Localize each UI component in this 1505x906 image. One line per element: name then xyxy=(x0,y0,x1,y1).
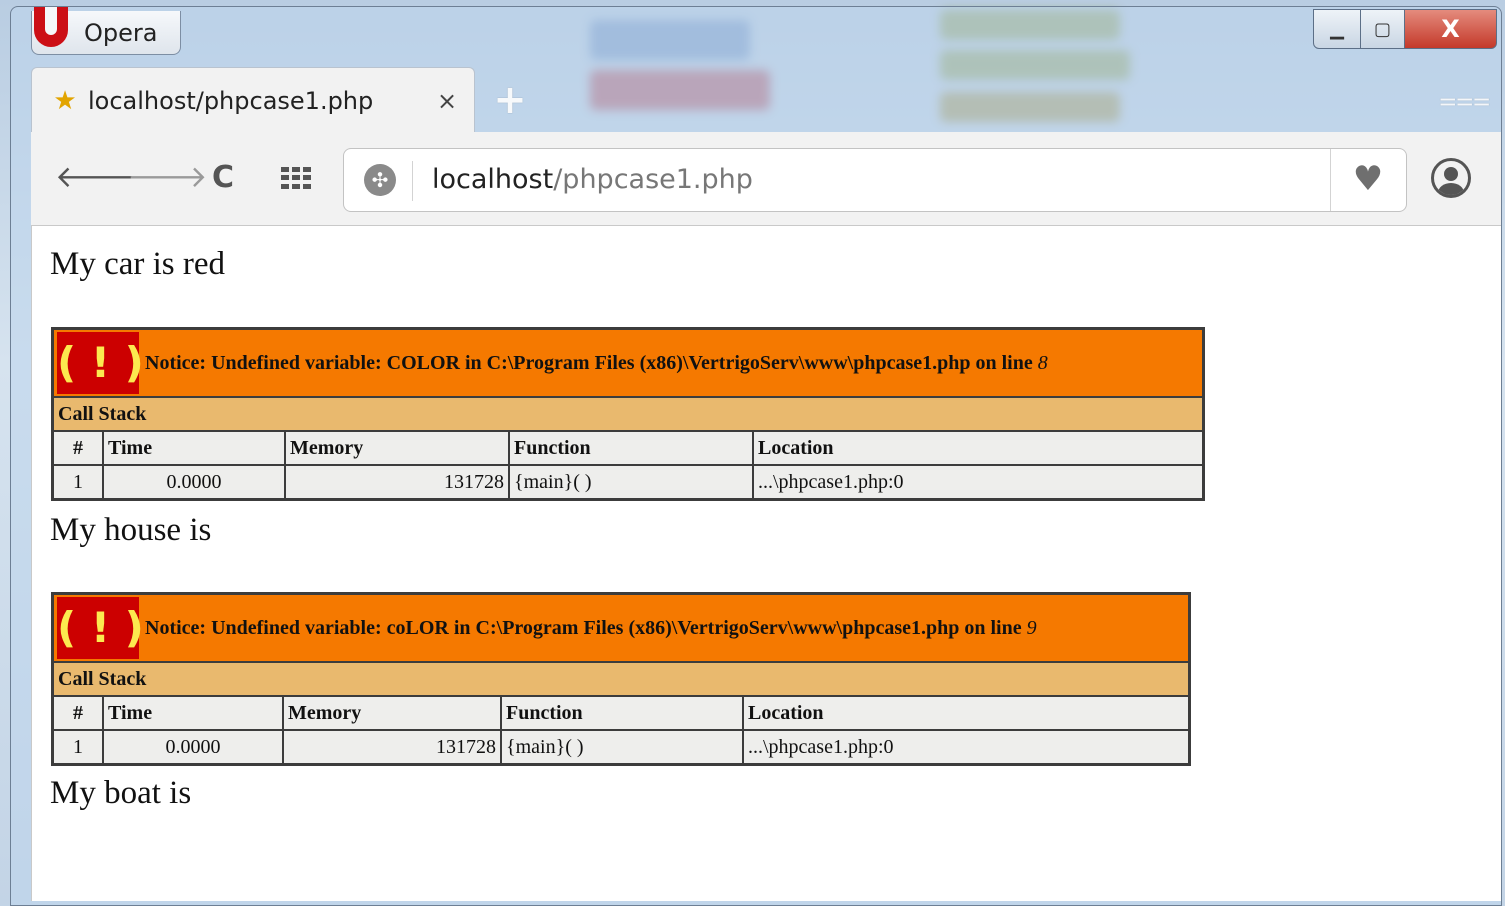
address-host: localhost xyxy=(432,164,554,195)
heart-divider xyxy=(1330,149,1331,211)
cell-location: ...\phpcase1.php:0 xyxy=(742,729,1191,766)
notice-text: Notice: Undefined variable: coLOR in C:\… xyxy=(145,617,1039,640)
col-header-function: Function xyxy=(500,695,744,731)
cell-number: 1 xyxy=(51,729,104,766)
heart-icon[interactable]: ♥ xyxy=(1348,159,1388,199)
xdebug-error-table: ( ! ) Notice: Undefined variable: coLOR … xyxy=(51,592,1191,766)
notice-line-number: 8 xyxy=(1037,351,1048,374)
page-line: My boat is xyxy=(50,775,192,811)
close-window-button[interactable]: X xyxy=(1405,9,1497,49)
notice-header: ( ! ) Notice: Undefined variable: coLOR … xyxy=(51,592,1191,663)
notice-message: Notice: Undefined variable: COLOR in C:\… xyxy=(145,351,1038,374)
address-bar[interactable]: ✣ localhost/phpcase1.php ♥ xyxy=(343,148,1407,212)
tab-close-icon[interactable]: × xyxy=(432,87,462,115)
account-icon[interactable] xyxy=(1431,158,1471,198)
page-content: My car is red ( ! ) Notice: Undefined va… xyxy=(31,226,1501,901)
cell-function: {main}( ) xyxy=(508,464,754,501)
address-path: /phpcase1.php xyxy=(553,164,753,195)
notice-line-number: 9 xyxy=(1026,616,1037,639)
col-header-number: # xyxy=(51,430,104,466)
globe-icon[interactable]: ✣ xyxy=(364,164,396,196)
tab-menu-icon[interactable]: ⩶ xyxy=(1439,83,1490,117)
speed-dial-icon[interactable] xyxy=(281,167,311,189)
cell-time: 0.0000 xyxy=(102,464,286,501)
error-icon: ( ! ) xyxy=(57,332,144,394)
cell-number: 1 xyxy=(51,464,104,501)
minimize-button[interactable]: ▁ xyxy=(1313,9,1361,49)
table-row: 1 0.0000 131728 {main}( ) ...\phpcase1.p… xyxy=(51,729,1191,766)
call-stack-label: Call Stack xyxy=(51,661,1191,697)
address-text[interactable]: localhost/phpcase1.php xyxy=(432,163,753,197)
call-stack-label: Call Stack xyxy=(51,396,1205,432)
col-header-number: # xyxy=(51,695,104,731)
col-header-time: Time xyxy=(102,695,284,731)
page-line: My car is red xyxy=(50,246,226,282)
cell-memory: 131728 xyxy=(284,464,510,501)
tab-title: localhost/phpcase1.php xyxy=(88,86,374,115)
star-icon: ★ xyxy=(53,85,77,116)
col-header-time: Time xyxy=(102,430,286,466)
new-tab-button[interactable]: + xyxy=(493,80,527,120)
page-line: My house is xyxy=(50,512,212,548)
navigation-toolbar: 🡐 🡒 C ✣ localhost/phpcase1.php ♥ xyxy=(31,132,1501,226)
error-icon: ( ! ) xyxy=(57,597,144,659)
cell-memory: 131728 xyxy=(282,729,502,766)
forward-button[interactable]: 🡒 xyxy=(127,158,207,198)
address-divider xyxy=(412,161,413,201)
table-row: 1 0.0000 131728 {main}( ) ...\phpcase1.p… xyxy=(51,464,1205,501)
back-button[interactable]: 🡐 xyxy=(55,158,135,198)
maximize-button[interactable]: ▢ xyxy=(1361,9,1405,49)
opera-menu-label: Opera xyxy=(84,18,158,47)
notice-text: Notice: Undefined variable: COLOR in C:\… xyxy=(145,352,1050,375)
notice-header: ( ! ) Notice: Undefined variable: COLOR … xyxy=(51,327,1205,398)
col-header-memory: Memory xyxy=(284,430,510,466)
col-header-location: Location xyxy=(752,430,1205,466)
browser-window: Opera ▁ ▢ X ★ localhost/phpcase1.php × +… xyxy=(10,6,1502,906)
xdebug-error-table: ( ! ) Notice: Undefined variable: COLOR … xyxy=(51,327,1205,501)
col-header-location: Location xyxy=(742,695,1191,731)
col-header-function: Function xyxy=(508,430,754,466)
col-header-memory: Memory xyxy=(282,695,502,731)
window-controls: ▁ ▢ X xyxy=(1313,9,1497,49)
tab-active[interactable]: ★ localhost/phpcase1.php × xyxy=(31,67,475,133)
opera-menu-button[interactable]: Opera xyxy=(31,6,181,55)
cell-function: {main}( ) xyxy=(500,729,744,766)
cell-time: 0.0000 xyxy=(102,729,284,766)
cell-location: ...\phpcase1.php:0 xyxy=(752,464,1205,501)
reload-button[interactable]: C xyxy=(203,158,243,198)
notice-message: Notice: Undefined variable: coLOR in C:\… xyxy=(145,616,1027,639)
opera-logo-icon xyxy=(30,6,76,51)
